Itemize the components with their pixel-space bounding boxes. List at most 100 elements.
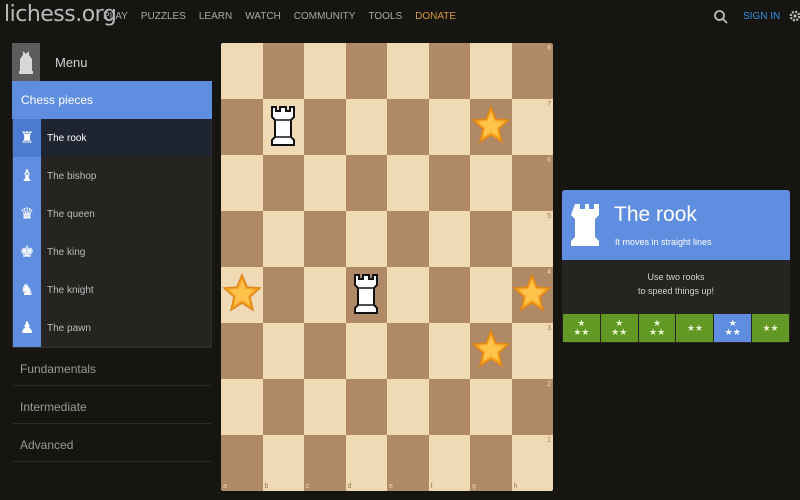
square-e8[interactable] — [387, 43, 429, 99]
square-g5[interactable] — [470, 211, 512, 267]
nav-donate[interactable]: DONATE — [415, 11, 456, 22]
square-c7[interactable] — [304, 99, 346, 155]
square-b4[interactable] — [262, 267, 304, 323]
stage-king[interactable]: ♚ The king — [13, 233, 211, 271]
square-d7[interactable] — [345, 99, 387, 155]
white-rook-piece[interactable] — [351, 271, 381, 320]
level-2-button[interactable]: ★ ★★ — [600, 314, 638, 342]
square-g3[interactable] — [470, 323, 512, 379]
square-h7[interactable]: 7 — [511, 99, 553, 155]
square-b3[interactable] — [262, 323, 304, 379]
star-icon — [470, 328, 511, 374]
square-h8[interactable]: 8 — [511, 43, 553, 99]
category-fundamentals[interactable]: Fundamentals — [12, 348, 212, 386]
square-g8[interactable] — [470, 43, 512, 99]
search-icon[interactable] — [713, 9, 729, 25]
square-a8[interactable] — [221, 43, 263, 99]
stage-rook[interactable]: ♜ The rook — [13, 119, 211, 157]
file-label: e — [389, 483, 393, 490]
category-intermediate[interactable]: Intermediate — [12, 386, 212, 424]
square-c5[interactable] — [304, 211, 346, 267]
stage-bishop[interactable]: ♝ The bishop — [13, 157, 211, 195]
square-b8[interactable] — [262, 43, 304, 99]
nav-watch[interactable]: WATCH — [245, 11, 281, 22]
square-g2[interactable] — [470, 379, 512, 435]
square-f6[interactable] — [428, 155, 470, 211]
section-chess-pieces[interactable]: Chess pieces — [12, 81, 212, 119]
square-f7[interactable] — [428, 99, 470, 155]
square-c4[interactable] — [304, 267, 346, 323]
level-1-button[interactable]: ★ ★★ — [563, 314, 600, 342]
square-e6[interactable] — [387, 155, 429, 211]
menu-header[interactable]: Menu — [12, 43, 212, 81]
square-h2[interactable]: 2 — [511, 379, 553, 435]
site-logo[interactable]: lichess.org — [4, 2, 117, 27]
square-g7[interactable] — [470, 99, 512, 155]
level-3-button[interactable]: ★ ★★ — [638, 314, 676, 342]
square-d2[interactable] — [345, 379, 387, 435]
square-f4[interactable] — [428, 267, 470, 323]
file-label: f — [430, 483, 433, 490]
square-c2[interactable] — [304, 379, 346, 435]
square-f1[interactable]: f — [428, 435, 470, 491]
square-d1[interactable]: d — [345, 435, 387, 491]
square-b7[interactable] — [262, 99, 304, 155]
square-h1[interactable]: 1h — [511, 435, 553, 491]
chess-board[interactable]: 876543 2 abcde f g1h — [221, 43, 553, 491]
square-d5[interactable] — [345, 211, 387, 267]
square-a2[interactable] — [221, 379, 263, 435]
square-c6[interactable] — [304, 155, 346, 211]
king-icon: ♚ — [13, 233, 41, 271]
level-6-button[interactable]: ★★ — [752, 314, 789, 342]
square-f3[interactable] — [428, 323, 470, 379]
level-5-button[interactable]: ★ ★★ — [714, 314, 752, 342]
square-a6[interactable] — [221, 155, 263, 211]
square-a4[interactable] — [221, 267, 263, 323]
square-g1[interactable]: g — [470, 435, 512, 491]
stage-pawn[interactable]: ♟ The pawn — [13, 309, 211, 347]
square-h6[interactable]: 6 — [511, 155, 553, 211]
square-d4[interactable] — [345, 267, 387, 323]
square-b1[interactable]: b — [262, 435, 304, 491]
square-h4[interactable]: 4 — [511, 267, 553, 323]
square-e1[interactable]: e — [387, 435, 429, 491]
square-a7[interactable] — [221, 99, 263, 155]
square-d3[interactable] — [345, 323, 387, 379]
category-advanced[interactable]: Advanced — [12, 424, 212, 462]
stage-queen[interactable]: ♛ The queen — [13, 195, 211, 233]
nav-tools[interactable]: TOOLS — [368, 11, 402, 22]
square-c8[interactable] — [304, 43, 346, 99]
gear-icon[interactable] — [788, 9, 800, 23]
nav-play[interactable]: PLAY — [103, 11, 128, 22]
square-a3[interactable] — [221, 323, 263, 379]
square-b6[interactable] — [262, 155, 304, 211]
square-f5[interactable] — [428, 211, 470, 267]
nav-community[interactable]: COMMUNITY — [294, 11, 356, 22]
level-4-button[interactable]: ★★ — [676, 314, 714, 342]
square-b5[interactable] — [262, 211, 304, 267]
square-g4[interactable] — [470, 267, 512, 323]
square-f8[interactable] — [428, 43, 470, 99]
square-d8[interactable] — [345, 43, 387, 99]
square-g6[interactable] — [470, 155, 512, 211]
square-c3[interactable] — [304, 323, 346, 379]
square-e2[interactable] — [387, 379, 429, 435]
square-c1[interactable]: c — [304, 435, 346, 491]
square-e4[interactable] — [387, 267, 429, 323]
square-a5[interactable] — [221, 211, 263, 267]
square-d6[interactable] — [345, 155, 387, 211]
square-f2[interactable] — [428, 379, 470, 435]
square-a1[interactable]: a — [221, 435, 263, 491]
stage-knight[interactable]: ♞ The knight — [13, 271, 211, 309]
nav-learn[interactable]: LEARN — [199, 11, 232, 22]
rank-label: 2 — [547, 381, 551, 388]
square-h5[interactable]: 5 — [511, 211, 553, 267]
square-e5[interactable] — [387, 211, 429, 267]
square-b2[interactable] — [262, 379, 304, 435]
square-e3[interactable] — [387, 323, 429, 379]
nav-puzzles[interactable]: PUZZLES — [141, 11, 186, 22]
square-e7[interactable] — [387, 99, 429, 155]
sign-in-link[interactable]: SIGN IN — [743, 11, 780, 22]
white-rook-piece[interactable] — [268, 103, 298, 152]
square-h3[interactable]: 3 — [511, 323, 553, 379]
